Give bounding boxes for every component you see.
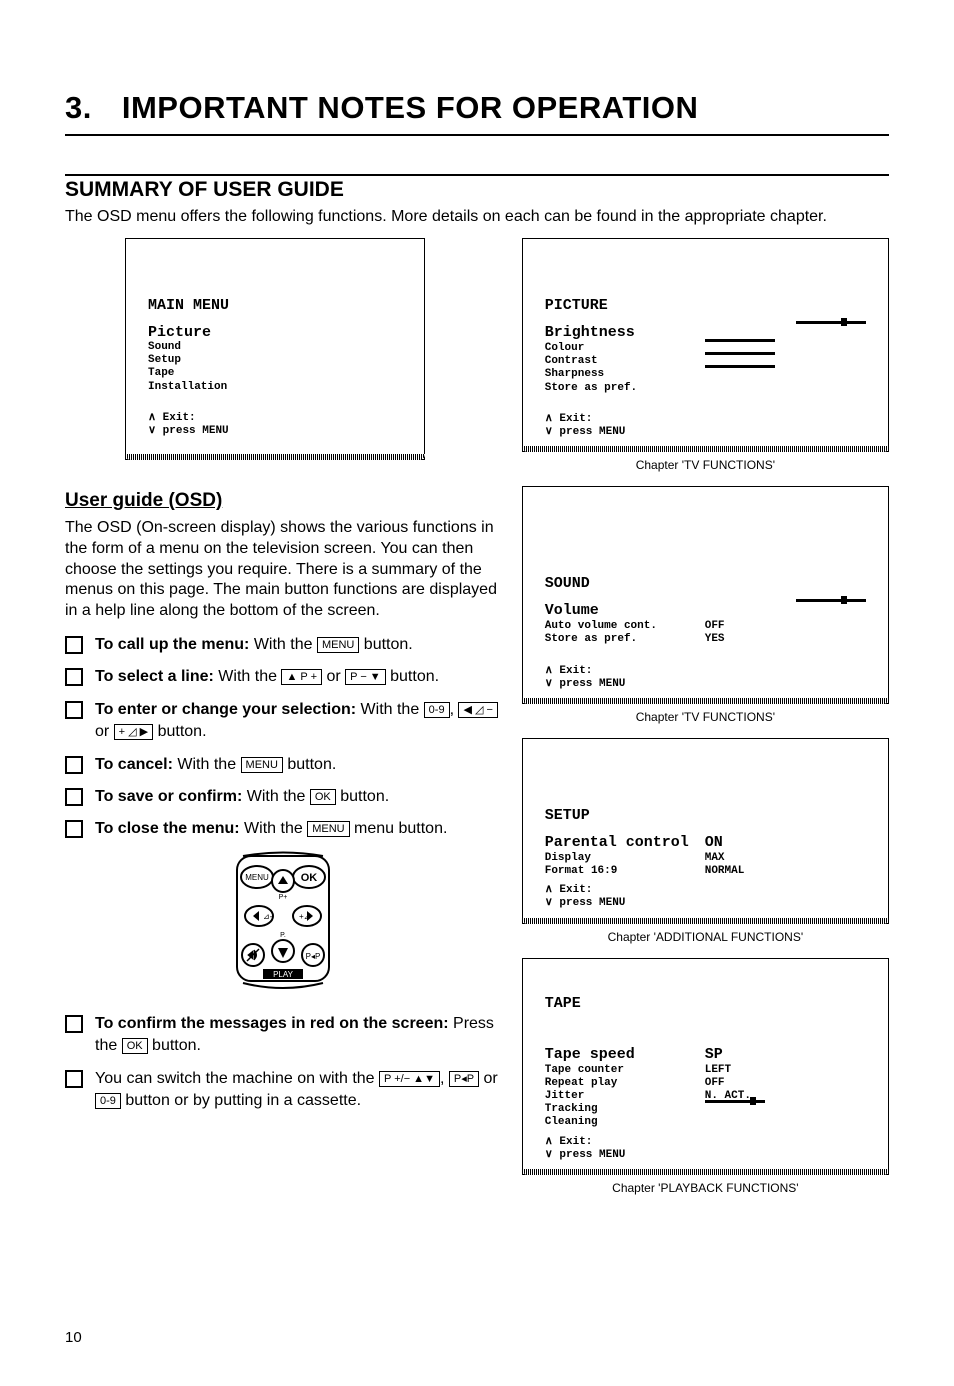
osd-row: Auto volume cont.OFF bbox=[545, 620, 866, 633]
userguide-heading: User guide (OSD) bbox=[65, 490, 502, 512]
ok-key: OK bbox=[310, 789, 336, 805]
chapter-heading: 3. IMPORTANT NOTES FOR OPERATION bbox=[65, 90, 889, 136]
page-number: 10 bbox=[65, 1329, 889, 1346]
checkbox-icon bbox=[65, 1070, 83, 1088]
osd-caption: Chapter 'ADDITIONAL FUNCTIONS' bbox=[522, 930, 889, 944]
menu-key: MENU bbox=[241, 757, 283, 773]
step-close: To close the menu: With the MENU menu bu… bbox=[65, 818, 502, 840]
menu-key: MENU bbox=[317, 637, 359, 653]
p-swap-key: P◂P bbox=[449, 1071, 479, 1087]
checkbox-icon bbox=[65, 756, 83, 774]
osd-title: MAIN MENU bbox=[148, 297, 402, 314]
step-confirm-red: To confirm the messages in red on the sc… bbox=[65, 1013, 502, 1058]
osd-highlight: Brightness bbox=[545, 324, 635, 342]
sound-osd: SOUND Volume Auto volume cont.OFF Store … bbox=[522, 486, 889, 704]
slider-icon bbox=[796, 599, 866, 602]
step-enter-change: To enter or change your selection: With … bbox=[65, 699, 502, 744]
checkbox-icon bbox=[65, 636, 83, 654]
osd-highlight: Parental control bbox=[545, 834, 705, 852]
checkbox-icon bbox=[65, 820, 83, 838]
p-updown-key: P +/− ▲▼ bbox=[379, 1071, 440, 1087]
svg-text:P+: P+ bbox=[279, 894, 288, 901]
checkbox-icon bbox=[65, 701, 83, 719]
osd-highlight: Volume bbox=[545, 602, 599, 620]
osd-title: PICTURE bbox=[545, 297, 866, 314]
svg-text:MENU: MENU bbox=[246, 873, 270, 882]
osd-row: Cleaning bbox=[545, 1116, 866, 1129]
checkbox-icon bbox=[65, 788, 83, 806]
osd-exit: ∧ Exit: ∨ press MENU bbox=[545, 884, 866, 910]
setup-osd: SETUP Parental controlON DisplayMAX Form… bbox=[522, 738, 889, 924]
p-plus-key: ▲ P + bbox=[281, 669, 322, 685]
checkbox-icon bbox=[65, 1015, 83, 1033]
svg-text:P.: P. bbox=[281, 932, 287, 939]
osd-row: DisplayMAX bbox=[545, 852, 866, 865]
osd-exit: ∧ Exit: ∨ press MENU bbox=[545, 413, 866, 439]
p-minus-key: P − ▼ bbox=[345, 669, 386, 685]
osd-row: Sharpness bbox=[545, 368, 866, 381]
step-save: To save or confirm: With the OK button. bbox=[65, 786, 502, 808]
checkbox-icon bbox=[65, 668, 83, 686]
step-select-line: To select a line: With the ▲ P + or P − … bbox=[65, 666, 502, 688]
main-menu-osd: MAIN MENU Picture Sound Setup Tape Insta… bbox=[125, 238, 425, 460]
picture-osd: PICTURE Brightness Colour Contrast Sharp… bbox=[522, 238, 889, 452]
osd-item: Tape bbox=[148, 367, 402, 380]
slider-icon bbox=[796, 321, 866, 324]
osd-exit: ∧ Exit: ∨ press MENU bbox=[545, 665, 866, 691]
svg-text:⊿-: ⊿- bbox=[263, 912, 273, 921]
left-minus-key: ◀ ◿ − bbox=[458, 702, 497, 718]
osd-item: Sound bbox=[148, 341, 402, 354]
osd-highlight: Tape speed bbox=[545, 1046, 705, 1064]
step-cancel: To cancel: With the MENU button. bbox=[65, 754, 502, 776]
step-callup: To call up the menu: With the MENU butto… bbox=[65, 634, 502, 656]
slider-icon bbox=[705, 352, 775, 355]
osd-row: Store as pref. bbox=[545, 382, 866, 395]
osd-title: SETUP bbox=[545, 807, 866, 824]
osd-row: Tracking bbox=[545, 1103, 866, 1116]
tape-osd: TAPE Tape speedSP Tape counterLEFT Repea… bbox=[522, 958, 889, 1175]
svg-text:PLAY: PLAY bbox=[273, 970, 294, 979]
slider-icon bbox=[705, 339, 775, 342]
remote-diagram: MENU OK P+ ⊿- +⊿ P bbox=[65, 851, 502, 1001]
userguide-para: The OSD (On-screen display) shows the va… bbox=[65, 518, 502, 622]
chapter-number: 3. bbox=[65, 90, 92, 125]
osd-item: Setup bbox=[148, 354, 402, 367]
osd-title: SOUND bbox=[545, 575, 866, 592]
osd-caption: Chapter 'PLAYBACK FUNCTIONS' bbox=[522, 1181, 889, 1195]
osd-caption: Chapter 'TV FUNCTIONS' bbox=[522, 458, 889, 472]
osd-row: Repeat playOFF bbox=[545, 1077, 866, 1090]
osd-exit: ∧ Exit: ∨ press MENU bbox=[148, 412, 402, 438]
osd-row: Store as pref.YES bbox=[545, 633, 866, 646]
ok-key: OK bbox=[122, 1038, 148, 1054]
right-plus-key: + ◿ ▶ bbox=[114, 724, 153, 740]
num-key: 0-9 bbox=[95, 1093, 121, 1109]
num-key: 0-9 bbox=[424, 702, 450, 718]
osd-highlight: Picture bbox=[148, 324, 402, 341]
osd-row: Tape counterLEFT bbox=[545, 1064, 866, 1077]
svg-text:P◂P: P◂P bbox=[306, 952, 321, 961]
osd-row: Format 16:9NORMAL bbox=[545, 865, 866, 878]
osd-exit: ∧ Exit: ∨ press MENU bbox=[545, 1136, 866, 1162]
osd-caption: Chapter 'TV FUNCTIONS' bbox=[522, 710, 889, 724]
section-heading: SUMMARY OF USER GUIDE bbox=[65, 178, 889, 202]
svg-text:OK: OK bbox=[301, 872, 318, 884]
menu-key: MENU bbox=[307, 821, 349, 837]
osd-item: Installation bbox=[148, 381, 402, 394]
step-switch-on: You can switch the machine on with the P… bbox=[65, 1068, 502, 1113]
osd-title: TAPE bbox=[545, 995, 866, 1012]
slider-icon bbox=[705, 365, 775, 368]
slider-icon bbox=[705, 1100, 765, 1103]
intro-text: The OSD menu offers the following functi… bbox=[65, 208, 889, 226]
chapter-title: IMPORTANT NOTES FOR OPERATION bbox=[122, 90, 699, 125]
